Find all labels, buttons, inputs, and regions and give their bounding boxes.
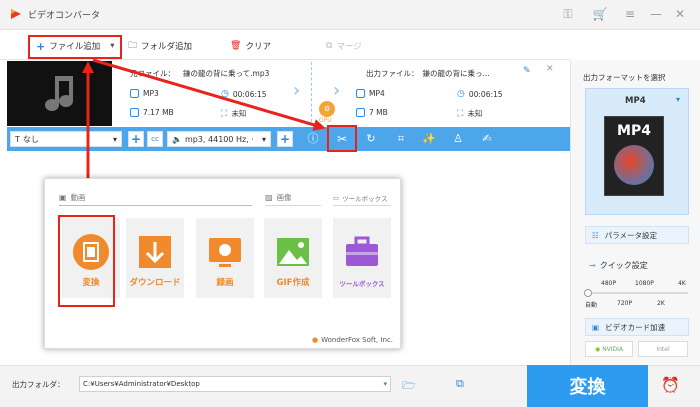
mp4-thumb-label: MP4: [617, 123, 651, 139]
toolbox-icon: [346, 236, 378, 266]
toolbox-card[interactable]: ツールボックス: [333, 218, 391, 298]
record-card[interactable]: 録画: [196, 218, 254, 298]
parameter-settings-button[interactable]: ☷ パラメータ設定: [585, 226, 689, 244]
download-icon: [139, 236, 171, 268]
res-480p: 480P: [601, 280, 617, 287]
chip-icon: ▣: [592, 322, 600, 332]
image-section-icon: ▨: [265, 193, 273, 202]
slider-icon: ⊸: [589, 261, 596, 270]
wonderfox-logo-icon: ●: [312, 336, 319, 344]
res-720p: 720P: [617, 300, 633, 307]
format-label: MP4: [625, 96, 646, 106]
video-section-icon: ▣: [59, 193, 67, 202]
quality-slider-thumb[interactable]: [584, 289, 592, 297]
section-image: ▨ 画像: [265, 193, 292, 202]
res-4k: 4K: [678, 280, 686, 287]
format-dropdown-icon[interactable]: ▾: [676, 95, 680, 104]
download-card[interactable]: ダウンロード: [126, 218, 184, 298]
res-auto: 自動: [585, 302, 598, 309]
quality-slider-track[interactable]: [586, 292, 688, 294]
arrow-to-cut: [92, 58, 326, 131]
nvidia-logo-icon: ◉: [594, 345, 601, 353]
output-list-icon[interactable]: ⧉: [456, 377, 464, 391]
alarm-clock-icon[interactable]: ⏰: [661, 376, 680, 394]
sliders-icon: ☷: [592, 230, 599, 240]
highlight-convert: [58, 215, 115, 307]
section-underline: [265, 205, 321, 206]
gif-maker-card[interactable]: GIF作成: [264, 218, 322, 298]
res-1080p: 1080P: [635, 280, 654, 287]
section-video: ▣ 動画: [59, 193, 86, 202]
intel-badge[interactable]: Intel: [638, 341, 688, 357]
quick-settings-label: ⊸ クイック設定: [589, 261, 648, 270]
res-2k: 2K: [657, 300, 665, 307]
toolbox-section-icon: ▭: [333, 194, 340, 202]
nvidia-badge[interactable]: ◉ NVIDIA: [585, 341, 633, 357]
format-select-title: 出力フォーマットを選択: [583, 73, 666, 82]
convert-button[interactable]: 変換: [527, 365, 648, 407]
popup-footer: ● WonderFox Soft, Inc.: [312, 336, 394, 344]
section-underline: [59, 205, 252, 206]
balloon-image: [614, 145, 654, 185]
section-toolbox: ▭ ツールボックス: [333, 194, 388, 203]
hw-accel-toggle[interactable]: ▣ ビデオカード加速: [585, 318, 689, 336]
chevron-down-icon: ▾: [383, 380, 387, 388]
screen-record-icon: [209, 238, 241, 267]
section-underline: [333, 205, 391, 206]
open-folder-icon[interactable]: 🗁: [402, 377, 416, 396]
image-icon: [277, 238, 309, 266]
output-path-field[interactable]: C:¥Users¥Administrator¥Desktop ▾: [79, 376, 391, 392]
mp4-thumbnail: MP4: [604, 116, 664, 196]
output-folder-label: 出力フォルダ：: [12, 380, 65, 389]
